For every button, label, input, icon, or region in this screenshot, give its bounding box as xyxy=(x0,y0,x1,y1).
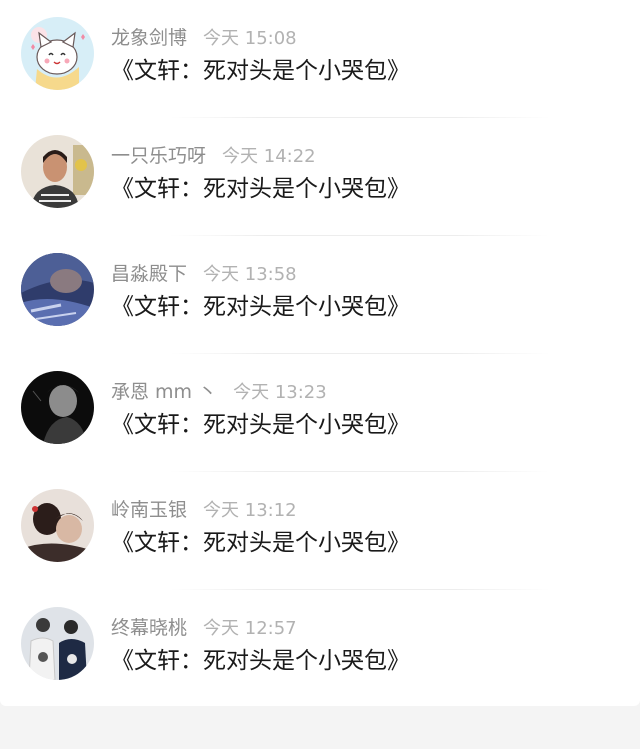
comment-item[interactable]: 一只乐巧呀 今天 14:22 《文轩：死对头是个小哭包》 xyxy=(0,118,640,236)
username[interactable]: 昌淼殿下 xyxy=(111,263,187,285)
username[interactable]: 终幕晓桃 xyxy=(111,617,187,639)
blue-photo-avatar-icon xyxy=(21,253,94,326)
timestamp: 今天 14:22 xyxy=(222,146,316,167)
comment-item[interactable]: 岭南玉银 今天 13:12 《文轩：死对头是个小哭包》 xyxy=(0,472,640,590)
avatar[interactable] xyxy=(21,489,94,562)
comment-meta: 承恩 mm 丶今天 13:23 xyxy=(111,378,327,406)
comment-text: 《文轩：死对头是个小哭包》 xyxy=(111,648,410,674)
timestamp: 今天 13:23 xyxy=(233,382,327,403)
comment-meta: 岭南玉银 今天 13:12 xyxy=(111,496,297,524)
dark-portrait-avatar-icon xyxy=(21,371,94,444)
comment-meta: 终幕晓桃 今天 12:57 xyxy=(111,614,297,642)
comment-text: 《文轩：死对头是个小哭包》 xyxy=(111,176,410,202)
footer-area xyxy=(0,706,640,749)
comment-item[interactable]: 终幕晓桃 今天 12:57 《文轩：死对头是个小哭包》 xyxy=(0,590,640,708)
username[interactable]: 一只乐巧呀 xyxy=(111,145,206,167)
couple-shirts-avatar-icon xyxy=(21,607,94,680)
timestamp: 今天 13:58 xyxy=(203,264,297,285)
timestamp: 今天 15:08 xyxy=(203,28,297,49)
comment-item[interactable]: 龙象剑博 今天 15:08 《文轩：死对头是个小哭包》 xyxy=(0,0,640,118)
cartoon-cat-avatar-icon xyxy=(21,17,94,90)
avatar[interactable] xyxy=(21,253,94,326)
comment-item[interactable]: 昌淼殿下 今天 13:58 《文轩：死对头是个小哭包》 xyxy=(0,236,640,354)
comment-text: 《文轩：死对头是个小哭包》 xyxy=(111,294,410,320)
comment-list: 龙象剑博 今天 15:08 《文轩：死对头是个小哭包》 一只乐巧呀 今天 14:22… xyxy=(0,0,640,706)
username[interactable]: 龙象剑博 xyxy=(111,27,187,49)
avatar[interactable] xyxy=(21,135,94,208)
comment-meta: 龙象剑博 今天 15:08 xyxy=(111,24,297,52)
comment-text: 《文轩：死对头是个小哭包》 xyxy=(111,530,410,556)
couple-photo-avatar-icon xyxy=(21,489,94,562)
comment-text: 《文轩：死对头是个小哭包》 xyxy=(111,58,410,84)
avatar[interactable] xyxy=(21,607,94,680)
comment-item[interactable]: 承恩 mm 丶今天 13:23 《文轩：死对头是个小哭包》 xyxy=(0,354,640,472)
username[interactable]: 岭南玉银 xyxy=(111,499,187,521)
woman-photo-avatar-icon xyxy=(21,135,94,208)
comment-meta: 昌淼殿下 今天 13:58 xyxy=(111,260,297,288)
timestamp: 今天 12:57 xyxy=(203,618,297,639)
comment-meta: 一只乐巧呀 今天 14:22 xyxy=(111,142,316,170)
avatar[interactable] xyxy=(21,371,94,444)
comment-text: 《文轩：死对头是个小哭包》 xyxy=(111,412,410,438)
avatar[interactable] xyxy=(21,17,94,90)
username[interactable]: 承恩 mm 丶 xyxy=(111,381,217,403)
timestamp: 今天 13:12 xyxy=(203,500,297,521)
